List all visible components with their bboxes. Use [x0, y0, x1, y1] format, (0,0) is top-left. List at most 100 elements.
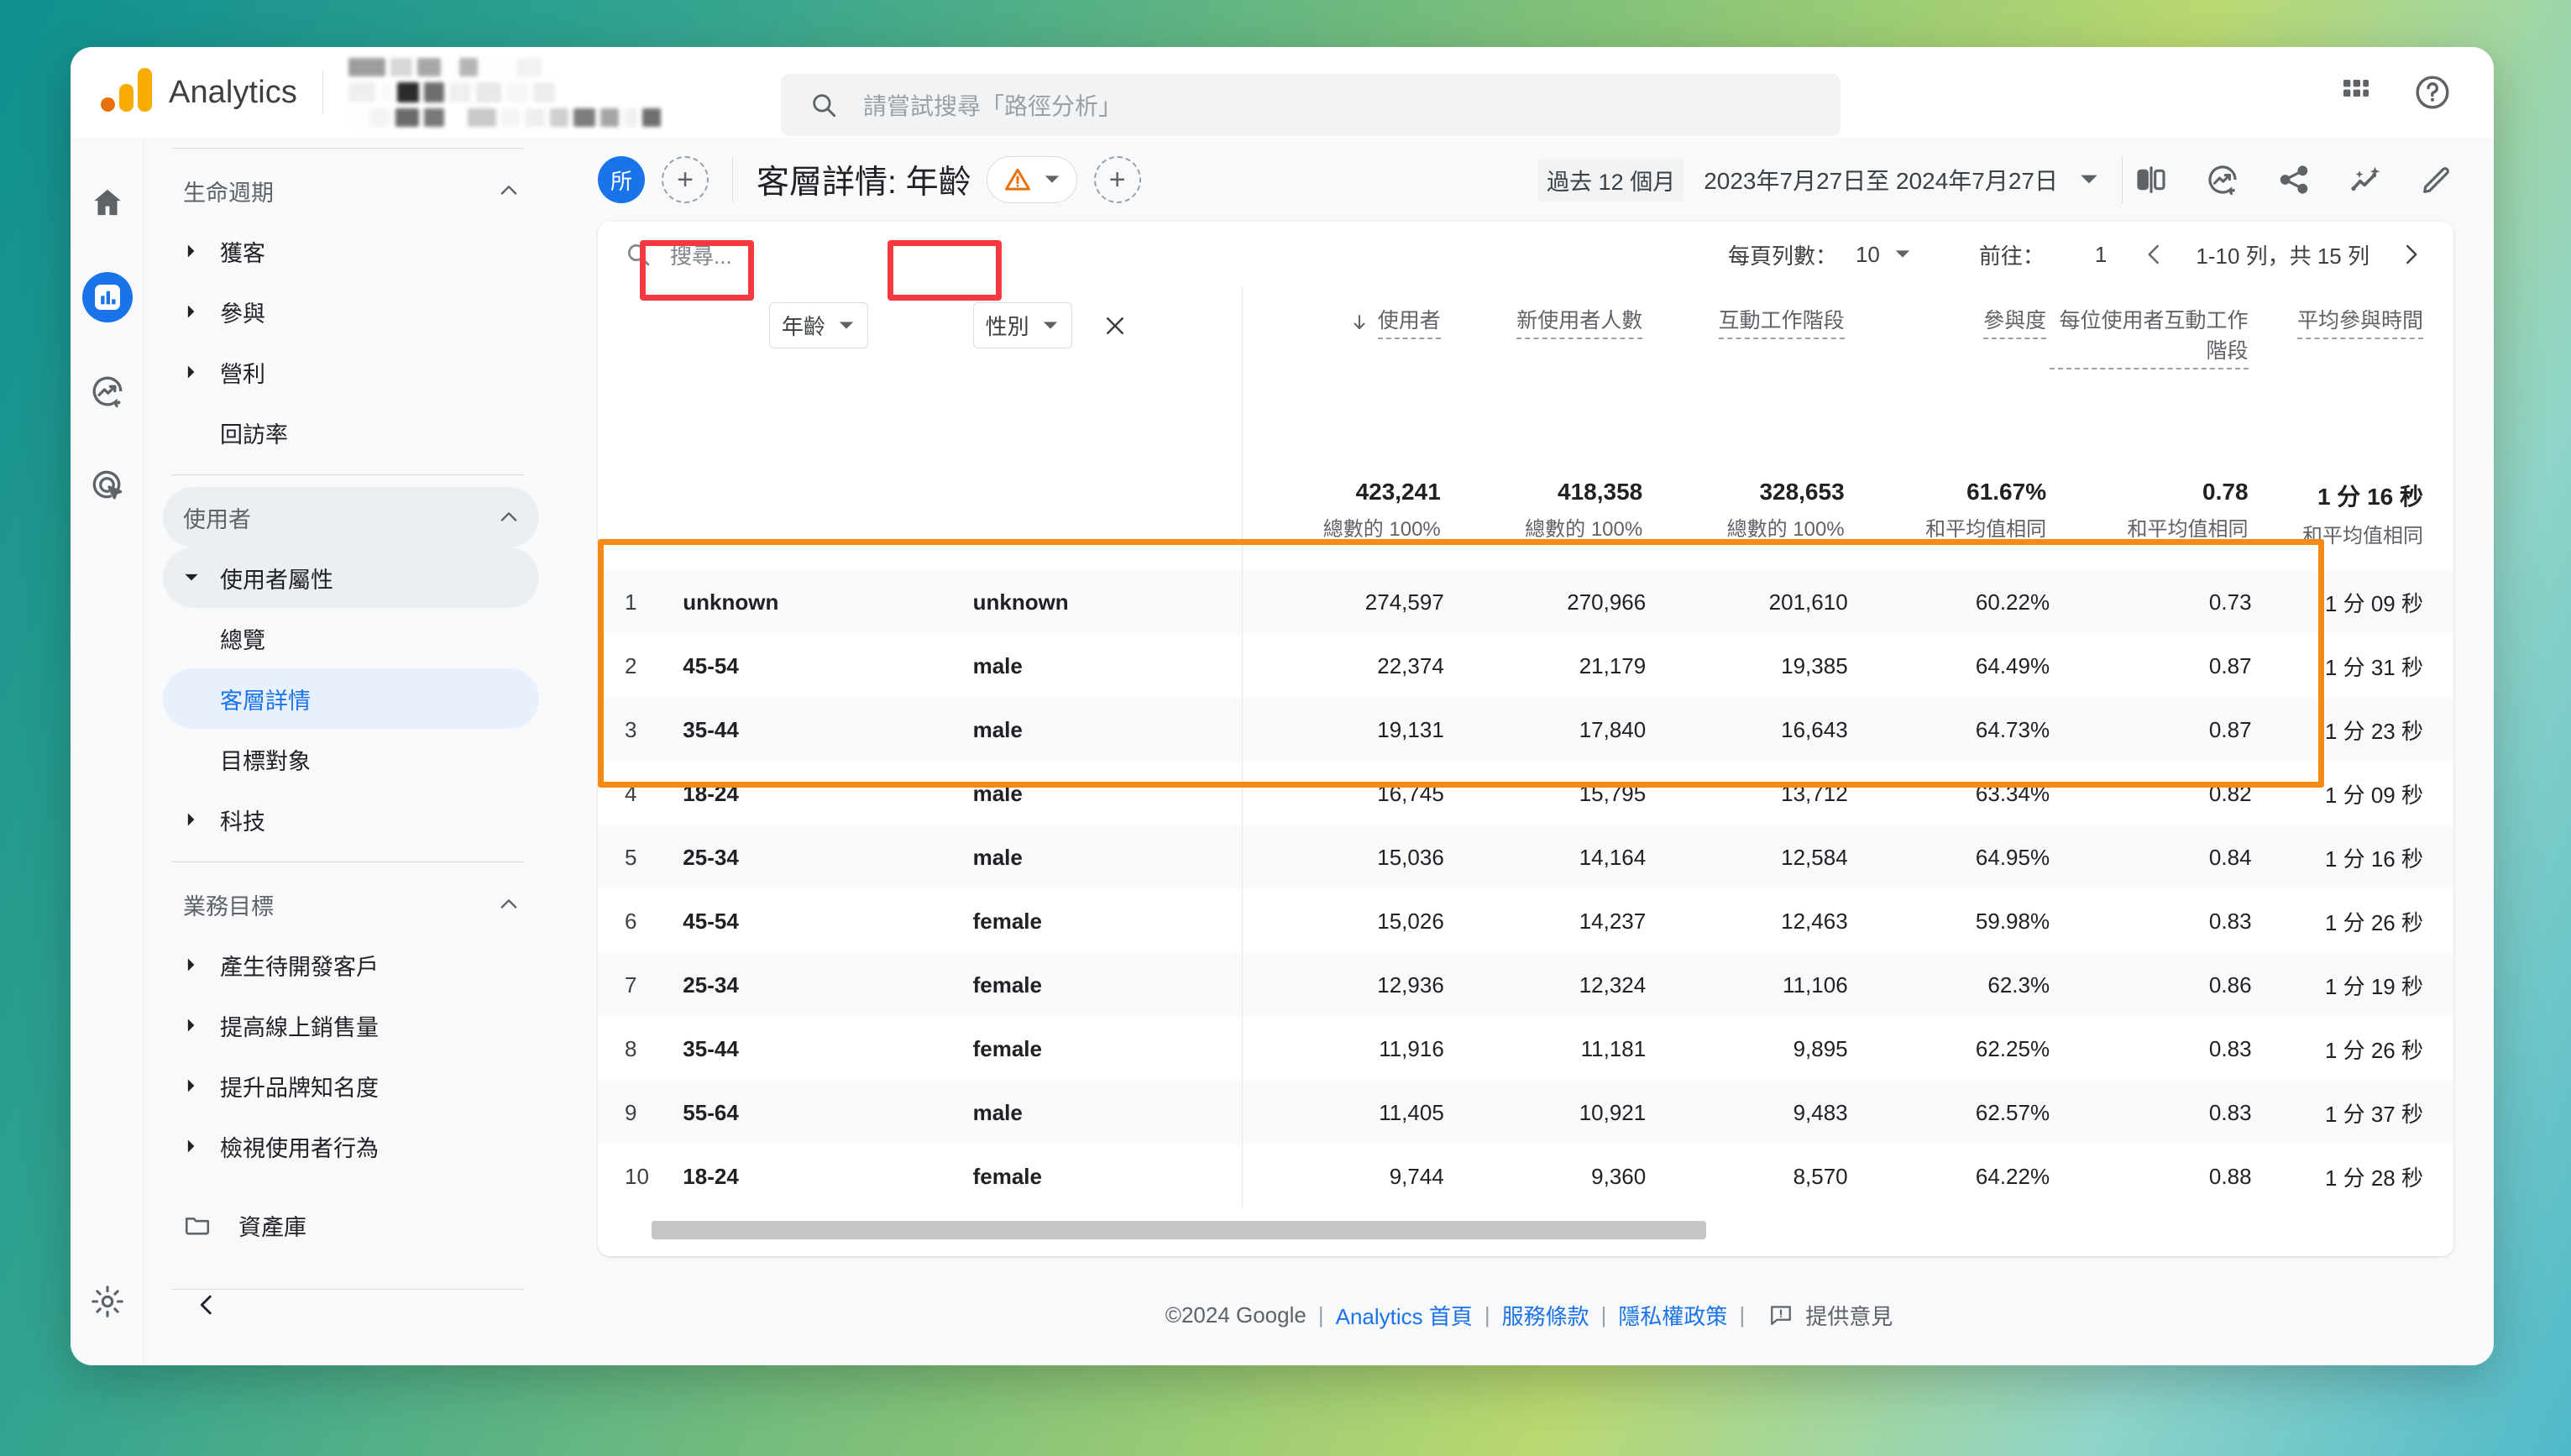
gear-icon[interactable]	[89, 1283, 126, 1320]
scrollbar-thumb[interactable]	[652, 1221, 1706, 1239]
help-circle-icon[interactable]	[2413, 73, 2452, 112]
sidebar-item-raise-brand-awareness[interactable]: 提升品牌知名度	[163, 1055, 539, 1116]
table-search[interactable]: 搜尋...	[625, 239, 732, 270]
metric-header-avg-engagement-time[interactable]: 平均參與時間	[2252, 287, 2453, 479]
sidebar-item-tech[interactable]: 科技	[163, 789, 539, 850]
nav-group-label: 生命週期	[183, 180, 274, 206]
dimension-chip-label[interactable]: 性別	[986, 310, 1029, 341]
row-engagement-rate: 60.22%	[1975, 589, 2050, 615]
warning-triangle-icon	[1003, 165, 1033, 195]
sidebar-item-overview[interactable]: 總覽	[163, 608, 539, 668]
sidebar-item-label: 檢視使用者行為	[220, 1135, 379, 1161]
property-selector-blurred[interactable]	[348, 58, 661, 127]
top-bar: Analytics 請嘗試搜尋「路徑分析」	[71, 47, 2494, 138]
nav-group-user[interactable]: 使用者	[163, 487, 539, 547]
apps-grid-icon[interactable]	[2339, 76, 2373, 109]
compare-icon[interactable]	[2134, 163, 2168, 196]
next-page-button[interactable]	[2398, 242, 2423, 267]
table-row[interactable]: 4 18-24 male 16,745 15,795 13,712 63.34%…	[598, 762, 2453, 825]
pagination-range-text: 1-10 列，共 15 列	[2196, 243, 2369, 269]
date-range-selector[interactable]: 過去 12 個月 2023年7月27日至 2024年7月27日	[1538, 158, 2100, 202]
sidebar-item-retention[interactable]: 回訪率	[163, 402, 539, 463]
table-row[interactable]: 8 35-44 female 11,916 11,181 9,895 62.25…	[598, 1017, 2453, 1081]
row-rank: 7	[625, 972, 637, 998]
metric-header-users[interactable]: 使用者	[1241, 287, 1444, 479]
row-avg-time: 1 分 26 秒	[2324, 1037, 2423, 1063]
table-row[interactable]: 6 45-54 female 15,026 14,237 12,463 59.9…	[598, 889, 2453, 953]
metric-header-engaged-sessions[interactable]: 互動工作階段	[1646, 287, 1847, 479]
feedback-button[interactable]: 提供意見	[1768, 1300, 1893, 1331]
metric-header-new-users[interactable]: 新使用者人數	[1444, 287, 1646, 479]
metric-header-label: 新使用者人數	[1516, 306, 1643, 339]
home-icon[interactable]	[82, 178, 133, 228]
table-row[interactable]: 10 18-24 female 9,744 9,360 8,570 64.22%…	[598, 1144, 2453, 1208]
sidebar-item-engagement[interactable]: 參與	[163, 281, 539, 342]
chevron-up-icon	[497, 179, 521, 202]
explore-icon[interactable]	[82, 366, 133, 416]
table-row[interactable]: 7 25-34 female 12,936 12,324 11,106 62.3…	[598, 953, 2453, 1017]
metric-header-label: 互動工作階段	[1718, 306, 1845, 339]
icon-rail	[71, 138, 144, 1365]
table-row[interactable]: 2 45-54 male 22,374 21,179 19,385 64.49%…	[598, 634, 2453, 698]
sidebar-item-user-attributes[interactable]: 使用者屬性	[163, 547, 539, 608]
google-analytics-logo-icon	[101, 68, 152, 112]
sidebar-item-generate-leads[interactable]: 產生待開發客戶	[163, 935, 539, 995]
row-avg-time: 1 分 31 秒	[2324, 654, 2423, 680]
close-x-icon[interactable]	[1102, 313, 1128, 338]
goto-page-value[interactable]: 1	[2095, 242, 2107, 268]
sidebar-item-demographic-details[interactable]: 客層詳情	[163, 668, 539, 729]
row-engagement-rate: 62.25%	[1975, 1035, 2050, 1061]
add-comparison-button[interactable]: +	[662, 156, 709, 203]
reports-icon[interactable]	[81, 272, 133, 322]
share-icon[interactable]	[2277, 163, 2311, 196]
metric-header-label: 每位使用者互動工作階段	[2050, 306, 2249, 369]
footer-link-terms[interactable]: 服務條款	[1502, 1300, 1589, 1331]
table-row[interactable]: 1 unknown unknown 274,597 270,966 201,61…	[598, 570, 2453, 634]
row-rank: 9	[625, 1099, 637, 1125]
date-range-text: 2023年7月27日至 2024年7月27日	[1704, 168, 2058, 194]
trends-sparkle-icon[interactable]	[2348, 162, 2383, 197]
nav-group-lifecycle[interactable]: 生命週期	[163, 160, 539, 221]
global-search-bar[interactable]: 請嘗試搜尋「路徑分析」	[781, 74, 1841, 136]
sidebar-item-monetization[interactable]: 營利	[163, 342, 539, 402]
sidebar-item-acquisition[interactable]: 獲客	[163, 221, 539, 281]
row-users: 11,916	[1241, 1017, 1444, 1081]
table-row[interactable]: 5 25-34 male 15,036 14,164 12,584 64.95%…	[598, 825, 2453, 889]
divider: |	[1484, 1301, 1490, 1328]
prev-page-button[interactable]	[2142, 242, 2167, 267]
row-age: unknown	[683, 589, 779, 615]
copyright-text: ©2024 Google	[1165, 1301, 1306, 1328]
total-value: 423,241	[1355, 479, 1441, 505]
sidebar-item-library[interactable]: 資產庫	[163, 1195, 539, 1255]
sidebar-item-examine-user-behaviour[interactable]: 檢視使用者行為	[163, 1116, 539, 1176]
rows-per-page-select[interactable]: 10	[1856, 242, 1912, 268]
folder-icon	[183, 1211, 227, 1239]
total-value: 61.67%	[1966, 479, 2047, 505]
metric-header-sessions-per-user[interactable]: 每位使用者互動工作階段	[2050, 287, 2251, 479]
row-engagement-rate: 64.49%	[1975, 652, 2050, 678]
global-search-placeholder: 請嘗試搜尋「路徑分析」	[863, 93, 1123, 119]
advertising-icon[interactable]	[82, 460, 133, 511]
table-row[interactable]: 3 35-44 male 19,131 17,840 16,643 64.73%…	[598, 698, 2453, 762]
chevron-left-icon[interactable]	[183, 1281, 230, 1328]
data-warning-chip[interactable]	[986, 156, 1077, 203]
add-filter-button[interactable]: +	[1093, 156, 1141, 203]
footer-link-privacy[interactable]: 隱私權政策	[1618, 1300, 1727, 1331]
brand-name: Analytics	[169, 74, 297, 110]
divider: |	[1739, 1301, 1746, 1328]
edit-pencil-icon[interactable]	[2420, 163, 2453, 196]
dimension-header-gender: 性別	[955, 287, 1243, 479]
horizontal-scrollbar[interactable]	[601, 1221, 2453, 1243]
nav-group-business-objectives[interactable]: 業務目標	[163, 874, 539, 935]
metric-header-engagement-rate[interactable]: 參與度	[1848, 287, 2050, 479]
sidebar-item-audiences[interactable]: 目標對象	[163, 729, 539, 789]
sidebar-item-drive-online-sales[interactable]: 提高線上銷售量	[163, 995, 539, 1055]
main-content: 所 + 客層詳情: 年齡 + 過去 12 個月 2023年7月27日至 2024…	[564, 138, 2494, 1365]
dimension-chip-label[interactable]: 年齡	[782, 310, 825, 341]
footer-link-analytics-home[interactable]: Analytics 首頁	[1336, 1300, 1473, 1331]
table-row[interactable]: 9 55-64 male 11,405 10,921 9,483 62.57% …	[598, 1081, 2453, 1144]
caret-right-icon	[183, 1077, 220, 1094]
row-sessions-per-user: 0.82	[2208, 780, 2252, 806]
comparison-badge[interactable]: 所	[598, 156, 645, 203]
insights-icon[interactable]	[2205, 162, 2240, 197]
